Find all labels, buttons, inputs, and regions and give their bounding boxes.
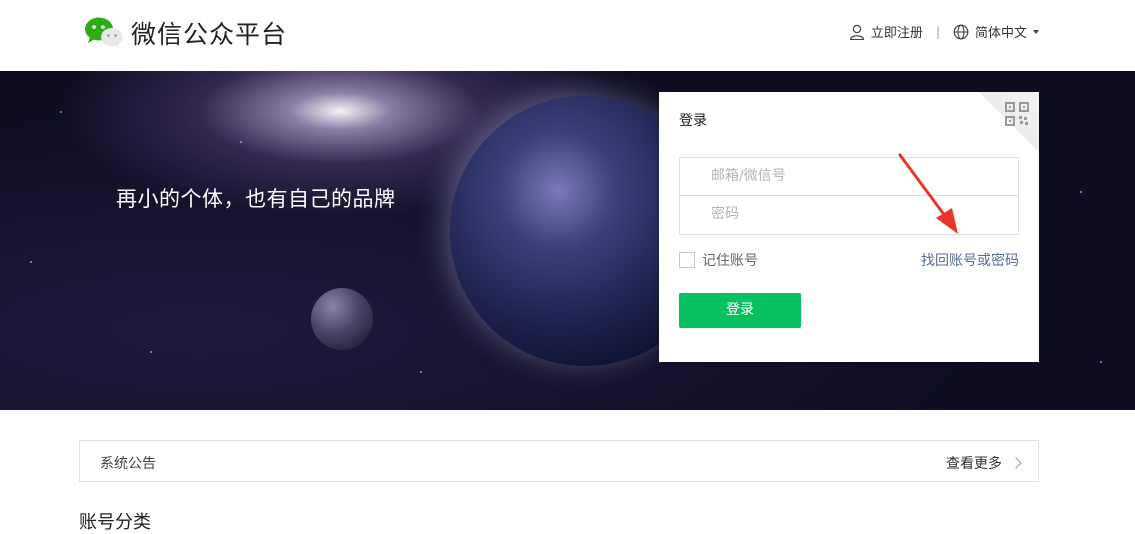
remember-account-checkbox[interactable]: 记住账号: [679, 250, 758, 270]
header-actions: 立即注册 | 简体中文: [849, 22, 1039, 41]
chevron-right-icon: [1010, 457, 1022, 469]
login-title: 登录: [679, 113, 707, 129]
banner-slogan: 再小的个体，也有自己的品牌: [116, 187, 396, 211]
password-input[interactable]: 密码: [679, 196, 1019, 235]
platform-title[interactable]: 微信公众平台: [131, 15, 287, 51]
star-decoration: [60, 111, 62, 113]
header-separator: |: [935, 24, 940, 39]
language-label: 简体中文: [974, 26, 1027, 41]
star-decoration: [420, 371, 422, 373]
forgot-account-link[interactable]: 找回账号或密码: [921, 250, 1019, 270]
chevron-down-icon: [1033, 29, 1039, 34]
register-label: 立即注册: [870, 26, 923, 41]
view-more-label: 查看更多: [946, 456, 1002, 472]
star-decoration: [150, 351, 152, 353]
remember-label: 记住账号: [702, 253, 758, 269]
qr-code-icon[interactable]: [1005, 102, 1029, 126]
star-decoration: [1100, 361, 1102, 363]
account-input[interactable]: 邮箱/微信号: [679, 157, 1019, 196]
language-selector[interactable]: 简体中文: [953, 22, 1039, 41]
login-panel: 登录 邮箱/微信号 密码 记住账号 找回账号或密码 登录: [659, 92, 1039, 362]
wechat-logo-icon[interactable]: [84, 16, 124, 48]
moon-illustration: [311, 288, 373, 350]
star-decoration: [1080, 191, 1082, 193]
top-header: 微信公众平台 立即注册 | 简体中文: [0, 0, 1135, 71]
star-decoration: [30, 261, 32, 263]
user-icon: [849, 24, 865, 40]
account-category-heading: 账号分类: [79, 512, 151, 533]
globe-icon: [953, 24, 969, 39]
checkbox-box[interactable]: [679, 252, 695, 268]
system-notice-bar: 系统公告 查看更多: [79, 440, 1039, 482]
login-button[interactable]: 登录: [679, 293, 801, 328]
view-more-link[interactable]: 查看更多: [946, 453, 1022, 473]
notice-title: 系统公告: [100, 456, 156, 472]
star-decoration: [240, 141, 242, 143]
register-link[interactable]: 立即注册: [849, 22, 923, 41]
